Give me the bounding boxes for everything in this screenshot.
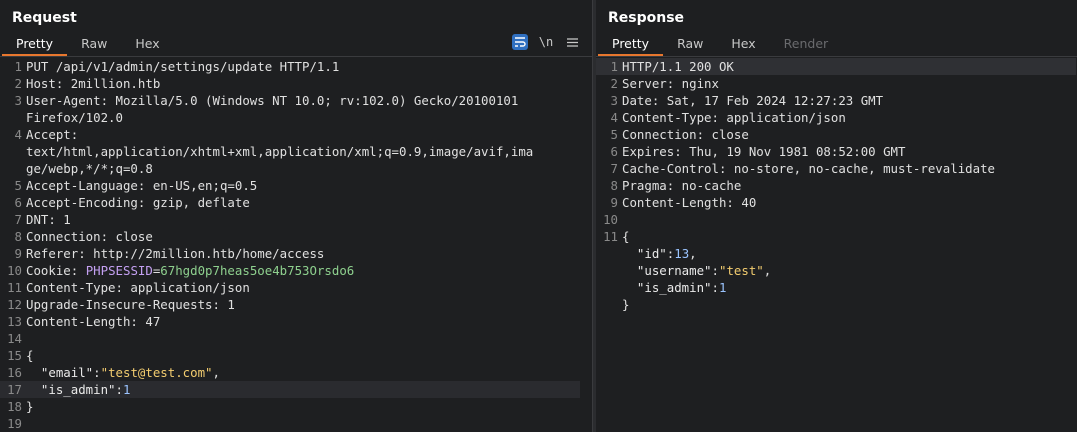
code-line: 11{: [603, 229, 630, 244]
code-line: 1 PUT /api/v1/admin/settings/update HTTP/…: [14, 59, 340, 74]
code-line: 5 Accept-Language: en-US,en;q=0.5: [14, 178, 258, 193]
request-tab-hex[interactable]: Hex: [121, 34, 173, 56]
request-tabs: Pretty Raw Hex \n: [0, 32, 592, 57]
response-tab-hex[interactable]: Hex: [717, 34, 769, 56]
request-tab-pretty[interactable]: Pretty: [2, 34, 68, 56]
code-line: 2 Host: 2million.htb: [14, 76, 161, 91]
wrap-icon[interactable]: [512, 34, 528, 50]
code-line: 3 Date: Sat, 17 Feb 2024 12:27:23 GMT: [610, 93, 884, 108]
request-toolbar: \n: [512, 34, 580, 50]
newline-icon[interactable]: \n: [538, 34, 554, 50]
code-line: 14: [7, 331, 22, 346]
code-line: 13 Content-Length: 47: [7, 314, 161, 329]
request-tab-raw[interactable]: Raw: [67, 34, 121, 56]
json-email-line: 16 "email":"test@test.com",: [7, 365, 220, 380]
json-isadmin-line: 17 "is_admin":1: [0, 381, 580, 398]
code-line: 2 Server: nginx: [610, 76, 719, 91]
code-line: 1 HTTP/1.1 200 OK: [596, 58, 1076, 75]
code-line: }: [622, 297, 630, 312]
code-line: 4 Accept:: [14, 127, 79, 142]
code-line: 9 Referer: http://2million.htb/home/acces…: [14, 246, 325, 261]
code-line: ge/webp,*/*;q=0.8: [26, 161, 153, 176]
code-line: 15{: [7, 348, 34, 363]
code-line: 4 Content-Type: application/json: [610, 110, 846, 125]
json-id-line: "id":13,: [636, 246, 697, 261]
code-line: 6 Expires: Thu, 19 Nov 1981 08:52:00 GMT: [610, 144, 906, 159]
response-editor[interactable]: 1 HTTP/1.1 200 OK 2 Server: nginx 3 Date: S…: [596, 57, 1077, 313]
code-line: 18}: [7, 399, 34, 414]
code-line: 7 Cache-Control: no-store, no-cache, must…: [610, 161, 995, 176]
response-title: Response: [608, 10, 685, 26]
code-line: 3 User-Agent: Mozilla/5.0 (Windows NT 10.…: [14, 93, 519, 108]
response-pane: Response Pretty Raw Hex Render 1 HTTP/1.1…: [596, 0, 1077, 432]
json-username-line: "username":"test",: [636, 263, 772, 278]
code-line: 8 Pragma: no-cache: [610, 178, 742, 193]
request-title: Request: [12, 10, 77, 26]
response-tab-raw[interactable]: Raw: [663, 34, 717, 56]
code-line: 5 Connection: close: [610, 127, 749, 142]
request-editor[interactable]: 1 PUT /api/v1/admin/settings/update HTTP/…: [0, 57, 592, 432]
code-line: 9 Content-Length: 40: [610, 195, 757, 210]
code-line: 8 Connection: close: [14, 229, 153, 244]
code-line: Firefox/102.0: [26, 110, 123, 125]
json-isadmin-line: "is_admin":1: [636, 280, 727, 295]
code-line: 7 DNT: 1: [14, 212, 71, 227]
code-line: text/html,application/xhtml+xml,applicat…: [26, 144, 534, 159]
menu-icon[interactable]: [564, 34, 580, 50]
code-line: 11 Content-Type: application/json: [7, 280, 250, 295]
response-tab-render[interactable]: Render: [770, 34, 843, 56]
code-line: 19: [7, 416, 22, 431]
response-tab-pretty[interactable]: Pretty: [598, 34, 664, 56]
request-pane: Request Pretty Raw Hex \n 1 PUT /api/v1/a…: [0, 0, 592, 432]
code-line: 6 Accept-Encoding: gzip, deflate: [14, 195, 250, 210]
response-tabs: Pretty Raw Hex Render: [596, 32, 1077, 57]
code-line: 10: [603, 212, 618, 227]
code-line: 12 Upgrade-Insecure-Requests: 1: [7, 297, 235, 312]
cookie-line: 10 Cookie: PHPSESSID=67hgd0p7heas5oe4b753…: [7, 263, 355, 278]
